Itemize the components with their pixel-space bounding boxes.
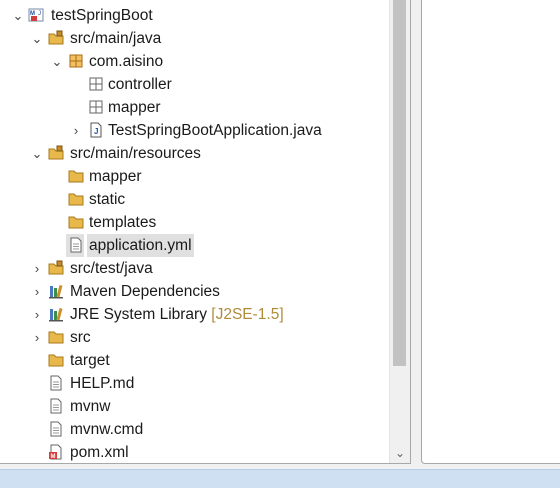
svg-text:J: J xyxy=(38,11,41,17)
java-file-icon: J xyxy=(88,122,104,138)
tree-item-mvnw[interactable]: mvnw xyxy=(0,395,389,418)
tree-item-mapper-package[interactable]: mapper xyxy=(0,96,389,119)
tree-item-mapper-folder[interactable]: mapper xyxy=(0,165,389,188)
text-file-icon xyxy=(48,421,64,437)
library-icon xyxy=(48,306,64,322)
tree-item-mvnw-cmd[interactable]: mvnw.cmd xyxy=(0,418,389,441)
project-tree: ⌄ M J testSpringBoot ⌄ src/main/java ⌄ c… xyxy=(0,0,389,463)
chevron-down-icon[interactable]: ⌄ xyxy=(51,50,63,73)
tree-item-label: src/main/resources xyxy=(70,145,201,162)
folder-icon xyxy=(48,329,64,345)
source-folder-icon xyxy=(48,145,64,161)
chevron-down-icon[interactable]: ⌄ xyxy=(31,142,43,165)
library-icon xyxy=(48,283,64,299)
tree-item-com-aisino[interactable]: ⌄ com.aisino xyxy=(0,50,389,73)
tree-item-templates[interactable]: templates xyxy=(0,211,389,234)
vertical-scrollbar[interactable]: ⌄ xyxy=(389,0,410,463)
tree-item-src-main-resources[interactable]: ⌄ src/main/resources xyxy=(0,142,389,165)
tree-item-label: target xyxy=(70,352,110,369)
tree-item-label: static xyxy=(89,191,126,208)
tree-item-application-yml[interactable]: application.yml xyxy=(0,234,389,257)
tree-item-label: mvnw xyxy=(70,398,111,415)
tree-item-src-main-java[interactable]: ⌄ src/main/java xyxy=(0,27,389,50)
folder-icon xyxy=(48,352,64,368)
source-folder-icon xyxy=(48,30,64,46)
svg-text:M: M xyxy=(51,454,56,460)
package-icon xyxy=(68,53,84,69)
maven-project-icon: M J xyxy=(28,7,44,23)
scrollbar-thumb[interactable] xyxy=(393,0,406,366)
tree-item-label: application.yml xyxy=(87,234,194,257)
tree-item-jre-system-library[interactable]: › JRE System Library [J2SE-1.5] xyxy=(0,303,389,326)
tree-item-label: controller xyxy=(108,76,172,93)
tree-item-testspringboot[interactable]: ⌄ M J testSpringBoot xyxy=(0,4,389,27)
scroll-down-arrow-icon[interactable]: ⌄ xyxy=(390,445,410,461)
folder-icon xyxy=(68,191,84,207)
tree-item-label: mapper xyxy=(89,168,142,185)
chevron-right-icon[interactable]: › xyxy=(31,326,43,349)
tree-item-label: src/test/java xyxy=(70,260,153,277)
xml-file-icon: M xyxy=(48,444,64,460)
tree-item-src[interactable]: › src xyxy=(0,326,389,349)
tree-item-testspringbootapplication-java[interactable]: › J TestSpringBootApplication.java xyxy=(0,119,389,142)
tree-item-label: testSpringBoot xyxy=(51,7,153,24)
empty-package-icon xyxy=(88,99,104,115)
empty-package-icon xyxy=(88,76,104,92)
chevron-right-icon[interactable]: › xyxy=(31,303,43,326)
tree-item-controller[interactable]: controller xyxy=(0,73,389,96)
tree-item-label: src xyxy=(70,329,91,346)
source-folder-icon xyxy=(48,260,64,276)
tree-item-target[interactable]: target xyxy=(0,349,389,372)
status-bar xyxy=(0,469,560,488)
chevron-down-icon[interactable]: ⌄ xyxy=(31,27,43,50)
tree-item-help-md[interactable]: HELP.md xyxy=(0,372,389,395)
tree-item-label: mvnw.cmd xyxy=(70,421,144,438)
text-file-icon xyxy=(48,375,64,391)
chevron-right-icon[interactable]: › xyxy=(70,119,82,142)
chevron-right-icon[interactable]: › xyxy=(31,280,43,303)
svg-text:J: J xyxy=(94,127,98,136)
jre-version-decoration: [J2SE-1.5] xyxy=(211,306,284,323)
tree-item-maven-dependencies[interactable]: › Maven Dependencies xyxy=(0,280,389,303)
folder-icon xyxy=(68,168,84,184)
project-explorer-panel: ⌄ M J testSpringBoot ⌄ src/main/java ⌄ c… xyxy=(0,0,411,464)
text-file-icon xyxy=(68,237,84,253)
tree-item-pom-xml[interactable]: M pom.xml xyxy=(0,441,389,463)
tree-item-label: Maven Dependencies xyxy=(70,283,220,300)
tree-item-label: TestSpringBootApplication.java xyxy=(108,122,322,139)
tree-item-src-test-java[interactable]: › src/test/java xyxy=(0,257,389,280)
tree-item-label: JRE System Library [J2SE-1.5] xyxy=(70,303,284,326)
tree-item-label: com.aisino xyxy=(89,53,164,70)
tree-item-static[interactable]: static xyxy=(0,188,389,211)
chevron-down-icon[interactable]: ⌄ xyxy=(12,4,24,27)
tree-item-label: src/main/java xyxy=(70,30,162,47)
tree-item-name: JRE System Library xyxy=(70,306,207,323)
tree-item-label: HELP.md xyxy=(70,375,135,392)
chevron-right-icon[interactable]: › xyxy=(31,257,43,280)
folder-icon xyxy=(68,214,84,230)
editor-panel xyxy=(421,0,560,464)
tree-item-label: mapper xyxy=(108,99,161,116)
tree-item-label: pom.xml xyxy=(70,444,129,461)
text-file-icon xyxy=(48,398,64,414)
tree-item-label: templates xyxy=(89,214,157,231)
